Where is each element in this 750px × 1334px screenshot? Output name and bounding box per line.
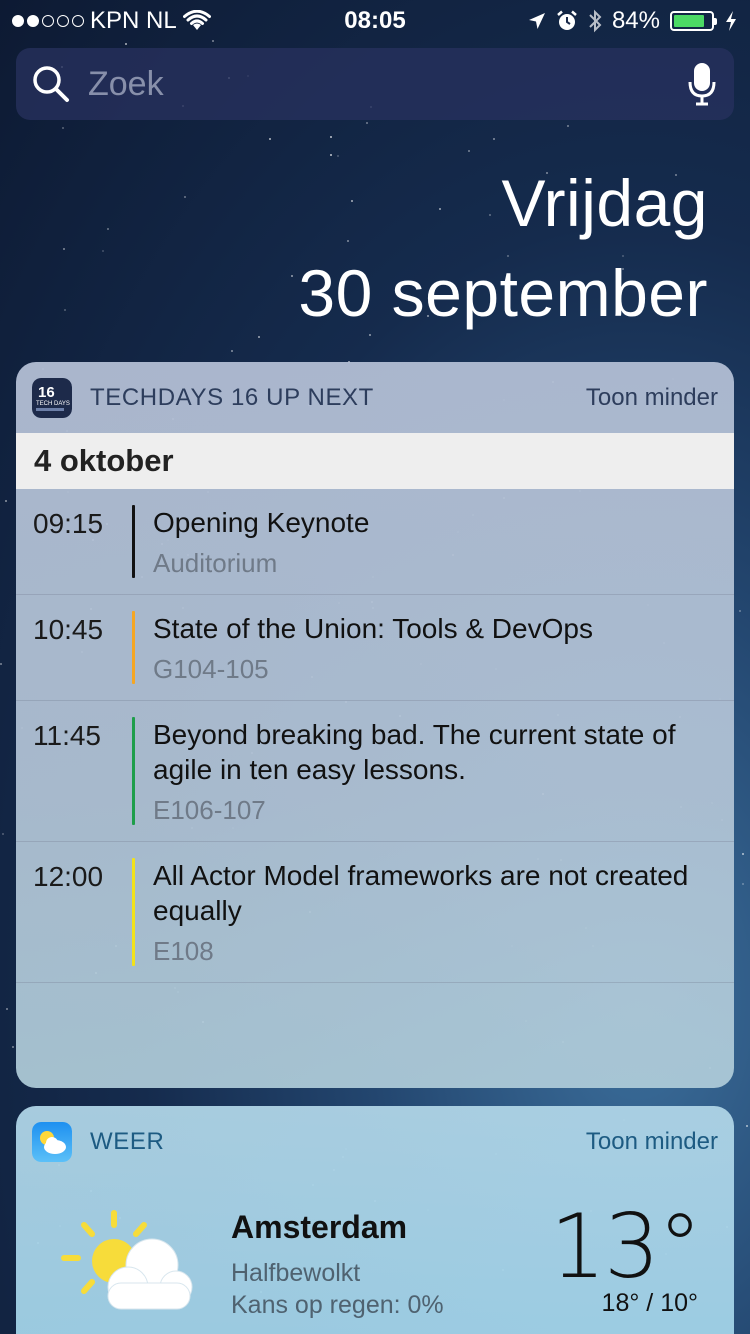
microphone-icon[interactable] [688, 62, 716, 106]
widget-header: 16 TECH DAYS TECHDAYS 16 UP NEXT Toon mi… [16, 362, 734, 433]
session-details: State of the Union: Tools & DevOps G104-1… [135, 611, 734, 684]
today-date: Vrijdag 30 september [298, 158, 708, 338]
widget-title: TECHDAYS 16 UP NEXT [90, 383, 374, 411]
location-arrow-icon [528, 13, 545, 29]
day-header: 4 oktober [16, 433, 734, 489]
partly-cloudy-icon [61, 1210, 193, 1310]
widget-title: WEER [90, 1127, 165, 1155]
min-max-temperature: 18° / 10° [601, 1289, 698, 1317]
session-time: 12:00 [33, 861, 104, 892]
session-room: E106-107 [153, 795, 266, 825]
session-room: E108 [153, 936, 214, 966]
status-bar: KPN NL 08:05 84% [0, 0, 750, 40]
battery-fill [674, 15, 705, 27]
session-title: State of the Union: Tools & DevOps [153, 613, 593, 644]
session-details: Opening Keynote Auditorium [135, 505, 734, 578]
search-bar[interactable] [16, 48, 734, 120]
show-less-button[interactable]: Toon minder [586, 384, 718, 412]
svg-text:TECH DAYS: TECH DAYS [36, 401, 70, 407]
session-time: 10:45 [33, 614, 104, 645]
weather-widget: WEER Toon minder Amsterdam Halfbewolkt K… [16, 1106, 734, 1334]
rain-chance: Kans op regen: 0% [231, 1291, 444, 1319]
session-time: 09:15 [33, 508, 104, 539]
widget-header: WEER Toon minder [16, 1106, 734, 1177]
weather-condition: Halfbewolkt [231, 1259, 361, 1287]
session-title: Beyond breaking bad. The current state o… [153, 719, 676, 785]
session-details: All Actor Model frameworks are not creat… [135, 858, 734, 966]
session-details: Beyond breaking bad. The current state o… [135, 717, 734, 825]
status-right: 84% [528, 7, 738, 35]
current-temperature: 13° [550, 1195, 702, 1298]
session-time: 11:45 [33, 720, 101, 751]
search-icon [33, 66, 69, 102]
bluetooth-icon [589, 9, 602, 33]
session-list: 09:15 Opening Keynote Auditorium 10:45 State… [16, 489, 734, 983]
session-room: G104-105 [153, 654, 269, 684]
techdays-app-icon: 16 TECH DAYS [32, 377, 72, 418]
session-title: All Actor Model frameworks are not creat… [153, 860, 689, 926]
search-input[interactable] [88, 64, 648, 104]
session-item[interactable]: 09:15 Opening Keynote Auditorium [16, 489, 734, 595]
weather-app-icon [32, 1121, 72, 1162]
weekday: Vrijdag [501, 166, 708, 240]
session-item[interactable]: 10:45 State of the Union: Tools & DevOps G… [16, 595, 734, 701]
techdays-widget: 16 TECH DAYS TECHDAYS 16 UP NEXT Toon mi… [16, 362, 734, 1088]
session-item[interactable]: 11:45 Beyond breaking bad. The current st… [16, 701, 734, 842]
city-name: Amsterdam [231, 1209, 408, 1245]
session-item[interactable]: 12:00 All Actor Model frameworks are not … [16, 842, 734, 983]
battery-icon [670, 11, 717, 31]
weather-body[interactable]: Amsterdam Halfbewolkt Kans op regen: 0% … [16, 1177, 734, 1334]
charging-bolt-icon [726, 11, 736, 31]
alarm-icon [557, 10, 577, 30]
session-room: Auditorium [153, 548, 278, 578]
show-less-button[interactable]: Toon minder [586, 1128, 718, 1156]
battery-percentage: 84% [611, 7, 660, 34]
svg-text:16: 16 [38, 384, 55, 401]
day-month: 30 september [298, 256, 708, 330]
session-title: Opening Keynote [153, 507, 370, 538]
